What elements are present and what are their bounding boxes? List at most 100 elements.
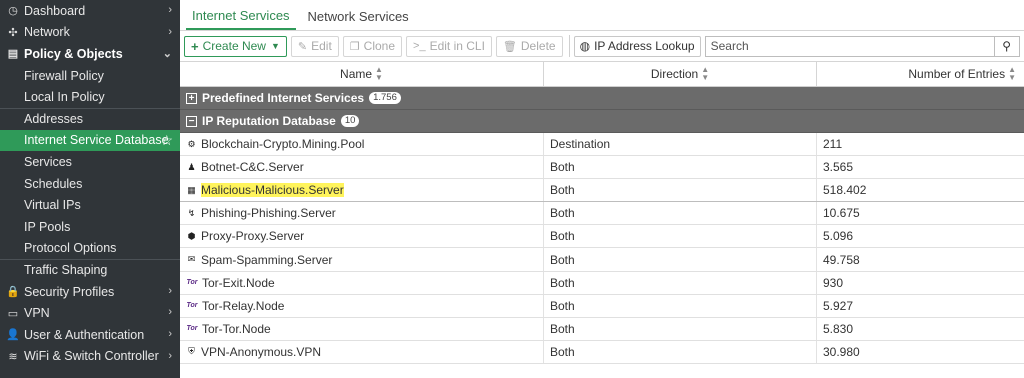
cell-direction: Both — [544, 156, 817, 179]
group-row[interactable]: + Predefined Internet Services 1.756 — [180, 87, 1024, 110]
group-label: Predefined Internet Services — [202, 91, 365, 105]
table-row[interactable]: ⚙ Blockchain-Crypto.Mining.Pool Destinatio… — [180, 133, 1024, 157]
pencil-icon: ✎ — [297, 40, 308, 53]
table-row[interactable]: Tor Tor-Exit.Node Both 930 — [180, 271, 1024, 295]
cell-name: Tor Tor-Relay.Node — [180, 294, 544, 317]
sidebar-item-network[interactable]: ✣ Network › — [0, 22, 180, 44]
sidebar-item-protocol-options[interactable]: Protocol Options — [0, 238, 180, 260]
expand-icon[interactable]: + — [186, 92, 197, 104]
table-row[interactable]: ✉ Spam-Spamming.Server Both 49.758 — [180, 248, 1024, 272]
sidebar-item-label: Internet Service Database — [24, 133, 169, 148]
cell-entries: 5.927 — [823, 298, 854, 313]
wifi-icon: ≋ — [8, 350, 18, 363]
tab-network-services[interactable]: Network Services — [302, 9, 415, 30]
table-row[interactable]: ▦ Malicious-Malicious.Server Both 518.402 — [180, 179, 1024, 203]
sidebar-item-label: WiFi & Switch Controller — [24, 349, 159, 364]
malicious-icon: ▦ — [187, 184, 196, 195]
sidebar-item-schedules[interactable]: Schedules — [0, 173, 180, 195]
group-row[interactable]: − IP Reputation Database 10 — [180, 110, 1024, 133]
cell-direction: Both — [544, 271, 817, 294]
ip-address-lookup-button[interactable]: ◍ IP Address Lookup — [573, 35, 701, 57]
chevron-right-icon: › — [168, 4, 172, 16]
cell-name: ▦ Malicious-Malicious.Server — [180, 179, 544, 202]
tor-icon: Tor — [186, 302, 198, 310]
delete-button[interactable]: 🗑 Delete — [495, 35, 563, 57]
row-name: Tor-Relay.Node — [202, 298, 285, 313]
sidebar-item-dashboard[interactable]: ◷ Dashboard › — [0, 0, 180, 22]
group-count-badge: 10 — [340, 115, 360, 127]
edit-in-cli-button[interactable]: >_ Edit in CLI — [406, 35, 492, 57]
table-row[interactable]: Tor Tor-Relay.Node Both 5.927 — [180, 294, 1024, 318]
sidebar-item-label: Services — [24, 154, 72, 169]
column-header-label: Number of Entries — [908, 67, 1006, 81]
cell-name: Tor Tor-Tor.Node — [180, 317, 544, 340]
clone-icon: ❐ — [349, 40, 360, 53]
ip-address-lookup-label: IP Address Lookup — [594, 39, 695, 53]
sidebar-item-services[interactable]: Services — [0, 151, 180, 173]
row-name: Tor-Exit.Node — [202, 275, 275, 290]
botnet-icon: ♟ — [187, 161, 196, 172]
sidebar-item-security-profiles[interactable]: 🔒 Security Profiles › — [0, 281, 180, 303]
lock-icon: 🔒 — [6, 286, 20, 299]
cell-name: ⬢ Proxy-Proxy.Server — [180, 225, 544, 248]
tab-internet-services[interactable]: Internet Services — [186, 8, 296, 30]
table-row[interactable]: Tor Tor-Tor.Node Both 5.830 — [180, 317, 1024, 341]
sidebar-item-label: Network — [24, 25, 70, 40]
table-row[interactable]: ⛨ VPN-Anonymous.VPN Both 30.980 — [180, 340, 1024, 364]
sidebar-item-user-authentication[interactable]: 👤 User & Authentication › — [0, 324, 180, 346]
search-input[interactable]: Search — [704, 35, 995, 57]
clone-button[interactable]: ❐ Clone — [342, 35, 403, 57]
column-header-direction[interactable]: Direction ▲ ▼ — [544, 62, 817, 86]
cell-direction: Destination — [544, 133, 817, 156]
column-header-name[interactable]: Name ▲ ▼ — [180, 62, 544, 86]
toolbar: + Create New ▼ ✎ Edit ❐ Clone >_ Edit in… — [180, 31, 1024, 61]
group-count-badge: 1.756 — [369, 92, 401, 104]
sidebar-item-label: Traffic Shaping — [24, 263, 108, 278]
sidebar-item-local-in-policy[interactable]: Local In Policy — [0, 86, 180, 108]
tor-icon: Tor — [186, 279, 198, 287]
cell-direction: Both — [544, 202, 817, 225]
sort-icon: ▲ ▼ — [1008, 65, 1016, 82]
sidebar-item-internet-service-database[interactable]: Internet Service Database ☆ — [0, 129, 180, 152]
cell-direction: Both — [544, 248, 817, 271]
column-header-entries[interactable]: Number of Entries ▲ ▼ — [817, 62, 1024, 86]
vpn-shield-icon: ⛨ — [188, 346, 195, 357]
sidebar-item-label: User & Authentication — [24, 327, 145, 342]
table-row[interactable]: ♟ Botnet-C&C.Server Both 3.565 — [180, 156, 1024, 180]
sort-icon: ▲ ▼ — [375, 65, 383, 82]
sidebar-item-label: Dashboard — [24, 3, 86, 18]
cell-name: Tor Tor-Exit.Node — [180, 271, 544, 294]
sidebar-item-policy-objects[interactable]: ▤ Policy & Objects ⌄ — [0, 43, 180, 65]
sidebar-item-traffic-shaping[interactable]: Traffic Shaping — [0, 259, 180, 281]
edit-button[interactable]: ✎ Edit — [290, 35, 339, 57]
sidebar-item-addresses[interactable]: Addresses — [0, 107, 180, 130]
sidebar-item-firewall-policy[interactable]: Firewall Policy — [0, 65, 180, 87]
search-icon: ⚲ — [1002, 39, 1011, 53]
sidebar-item-wifi-switch-controller[interactable]: ≋ WiFi & Switch Controller › — [0, 346, 180, 368]
create-new-label: Create New — [202, 39, 266, 53]
delete-label: Delete — [520, 39, 556, 53]
favorite-star-icon[interactable]: ☆ — [160, 132, 173, 149]
user-icon: 👤 — [6, 329, 20, 342]
collapse-icon[interactable]: − — [186, 115, 197, 127]
cell-direction: Both — [544, 225, 817, 248]
group-label: IP Reputation Database — [202, 114, 336, 128]
sidebar-item-label: Schedules — [24, 176, 83, 191]
search-button[interactable]: ⚲ — [994, 35, 1020, 57]
sidebar-item-ip-pools[interactable]: IP Pools — [0, 216, 180, 238]
sidebar-item-label: Protocol Options — [24, 241, 117, 256]
cell-entries: 5.096 — [823, 229, 854, 244]
create-new-button[interactable]: + Create New ▼ — [184, 35, 287, 57]
main-content: Internet Services Network Services + Cre… — [180, 0, 1024, 378]
sidebar-item-label: VPN — [24, 306, 50, 321]
sidebar-item-vpn[interactable]: ▭ VPN › — [0, 302, 180, 324]
table-row[interactable]: ↯ Phishing-Phishing.Server Both 10.675 — [180, 202, 1024, 226]
table-row[interactable]: ⬢ Proxy-Proxy.Server Both 5.096 — [180, 225, 1024, 249]
cell-entries: 30.980 — [823, 344, 860, 359]
network-icon: ✣ — [8, 26, 18, 39]
cell-direction: Both — [544, 317, 817, 340]
cell-name: ↯ Phishing-Phishing.Server — [180, 202, 544, 225]
tab-bar: Internet Services Network Services — [180, 0, 1024, 31]
sidebar-item-virtual-ips[interactable]: Virtual IPs — [0, 194, 180, 216]
row-name: Blockchain-Crypto.Mining.Pool — [201, 137, 365, 152]
